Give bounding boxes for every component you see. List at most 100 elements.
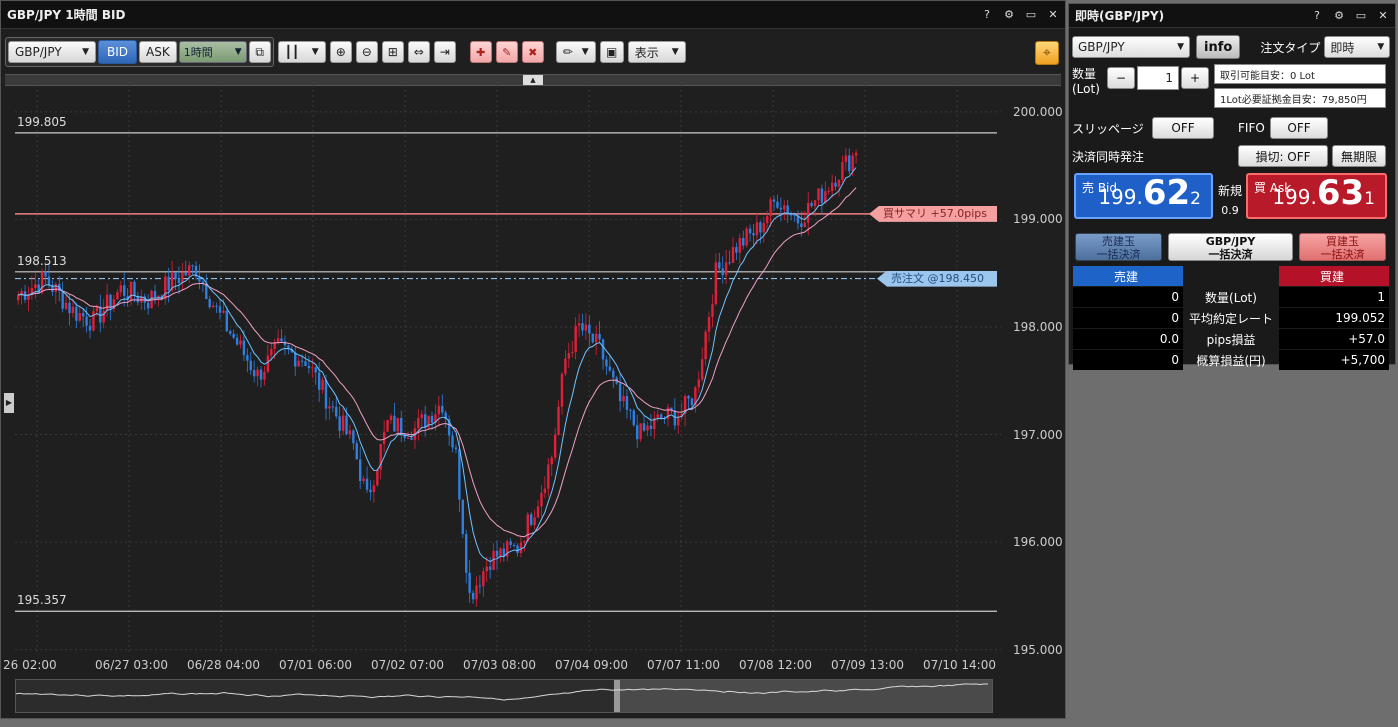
candle [564,350,567,377]
candle [116,289,119,300]
close-all-positions-button[interactable]: GBP/JPY 一括決済 [1168,233,1293,261]
candle [536,499,540,519]
candle-body [191,265,194,267]
screenshot-button[interactable]: ▣ [599,41,624,63]
candle-body [748,228,752,234]
new-order-line-button[interactable]: ✚ [469,41,492,63]
sell-bid-button[interactable]: 売 Bid 199.622 [1074,173,1213,219]
candle [612,367,615,388]
navigator-handle[interactable] [614,680,620,713]
candle-body [738,237,742,253]
collapse-toolbar-handle[interactable]: ▲ [523,75,543,85]
close-icon[interactable]: ✕ [1377,9,1389,22]
navigator-window[interactable] [616,680,993,713]
candle [687,394,690,410]
expand-button[interactable]: ⇔ [407,41,430,63]
candle-body [588,324,591,334]
candle-body [820,188,824,203]
quantity-plus-button[interactable]: + [1181,67,1209,89]
candle [512,542,516,548]
candle [400,410,403,443]
candle-body [612,370,615,378]
bid-button[interactable]: BID [98,40,138,64]
candle [174,272,177,291]
candle-body [571,352,574,354]
link-icon: ⧉ [255,44,264,59]
candle-body [629,409,632,411]
y-tick-label: 200.000 [1013,104,1063,119]
order-type-select[interactable]: 即時 ▼ [1324,36,1391,58]
quantity-input[interactable]: 1 [1137,66,1179,90]
close-buy-positions-button[interactable]: 買建玉 一括決済 [1299,233,1386,261]
symbol-select[interactable]: GBP/JPY ▼ [8,41,96,63]
crosshair-button[interactable]: ⌖ [1035,41,1059,65]
link-chart-button[interactable]: ⧉ [248,41,271,63]
candle [506,539,509,562]
help-icon[interactable]: ? [981,8,993,21]
candle [509,538,512,549]
zoom-in-button[interactable]: ⊕ [329,41,352,63]
info-button[interactable]: info [1196,35,1241,59]
close-all-line1: GBP/JPY [1205,235,1256,248]
price-plot[interactable] [15,85,1001,655]
candle-body [755,222,759,236]
quantity-minus-button[interactable]: − [1107,67,1135,89]
candle [468,559,471,603]
candle-body [461,499,464,534]
candle-body [632,410,635,426]
help-icon[interactable]: ? [1311,9,1323,22]
expiry-button[interactable]: 無期限 [1332,145,1386,167]
candle-body [239,340,242,345]
close-icon[interactable]: ✕ [1047,8,1059,21]
quantity-unit: (Lot) [1072,82,1100,96]
scroll-latest-button[interactable]: ⇥ [433,41,456,63]
ask-button[interactable]: ASK [139,41,177,63]
order-edit-button[interactable]: ✎ [495,41,518,63]
display-select[interactable]: 表示 ▼ [627,41,686,63]
candle-body [215,305,218,307]
horizontal-line-label: 198.513 [17,253,67,268]
chart-navigator[interactable] [15,679,993,713]
timeframe-select[interactable]: 1時間 ▼ [178,41,247,63]
restore-icon[interactable]: ▭ [1025,8,1037,21]
position-summary-tag[interactable]: 買サマリ +57.0pips [869,205,997,222]
gear-icon[interactable]: ⚙ [1003,8,1015,21]
sell-order-tag[interactable]: 売注文 @198.450 [877,270,997,287]
candle [625,389,629,419]
close-sell-positions-button[interactable]: 売建玉 一括決済 [1075,233,1162,261]
candle-body [540,492,543,507]
side-panel-toggle[interactable]: ▶ [4,393,14,413]
zoom-out-button[interactable]: ⊖ [355,41,378,63]
candles [17,148,858,607]
candle [92,306,95,332]
order-symbol-select[interactable]: GBP/JPY ▼ [1072,36,1190,58]
candle [718,252,721,272]
restore-icon[interactable]: ▭ [1355,9,1367,22]
fit-button[interactable]: ⊞ [381,41,404,63]
candle [314,366,317,385]
candle-body [64,302,68,309]
candle-body [523,541,526,543]
candle [348,424,352,440]
gear-icon[interactable]: ⚙ [1333,9,1345,22]
candle [430,411,434,430]
candle [482,567,485,597]
candle-body [594,333,598,343]
chart-type-select[interactable]: ┃┃ ▼ [277,41,326,63]
order-cancel-button[interactable]: ✖ [521,41,544,63]
fifo-toggle[interactable]: OFF [1270,117,1328,139]
stoploss-button[interactable]: 損切: OFF [1238,145,1328,167]
candle-body [222,310,225,313]
draw-tool-select[interactable]: ✏ ▼ [555,41,596,63]
candle [721,256,724,284]
candle-body [800,223,803,228]
candle [560,372,564,415]
table-cell-buy: +5,700 [1279,350,1389,370]
candle-body [851,155,854,172]
candle [188,261,191,284]
candle [20,288,23,305]
candle-body [567,353,571,359]
slippage-toggle[interactable]: OFF [1152,117,1214,139]
buy-ask-button[interactable]: 買 Ask 199.631 [1246,173,1387,219]
candle-body [485,566,488,572]
